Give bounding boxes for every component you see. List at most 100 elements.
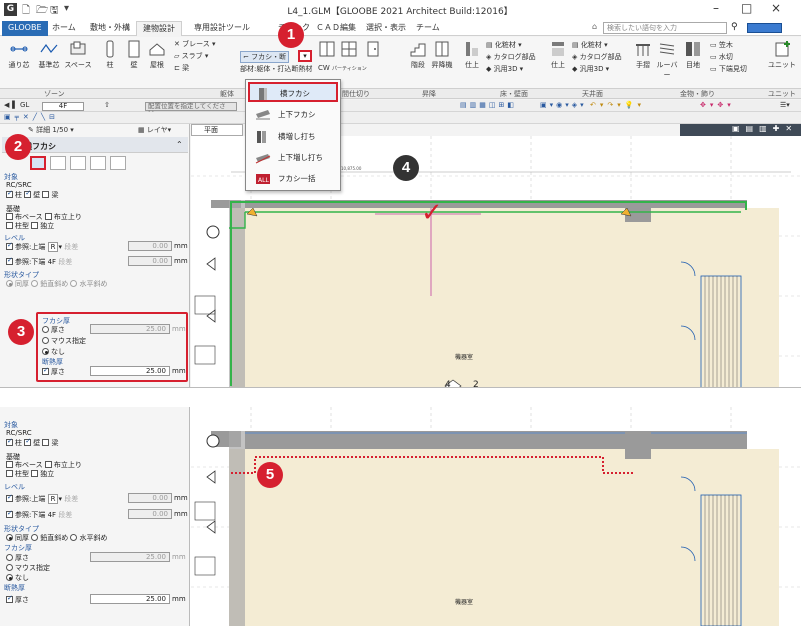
- ref-bottom-value[interactable]: 0.00: [128, 256, 172, 266]
- open-file-icon[interactable]: 🗁: [36, 3, 48, 20]
- gl-label[interactable]: GL: [20, 101, 29, 109]
- close-button[interactable]: ×: [771, 1, 781, 15]
- tab-home[interactable]: ホーム: [46, 21, 82, 36]
- mizukiri-button[interactable]: ▭ 水切: [710, 52, 733, 62]
- radio-none-after[interactable]: [6, 574, 13, 581]
- menu-item-yoko-fukashi[interactable]: 横フカシ: [248, 82, 338, 102]
- tab-building-design[interactable]: 建物設計: [136, 21, 182, 36]
- tab-team[interactable]: チーム: [410, 21, 446, 36]
- tab-plan-view[interactable]: 平面: [191, 124, 243, 136]
- radio-same-after[interactable]: [6, 534, 13, 541]
- curtain-panel-button[interactable]: [318, 40, 335, 60]
- chk-column-type[interactable]: [6, 222, 13, 229]
- unit-button[interactable]: ユニット: [768, 40, 796, 70]
- chk-nuno-base[interactable]: [6, 213, 13, 220]
- mode-pick-button[interactable]: [50, 156, 66, 170]
- search-icon[interactable]: ⚲: [731, 22, 741, 34]
- insulation-value[interactable]: 25.00: [90, 366, 170, 376]
- wall-button[interactable]: 壁: [124, 40, 144, 70]
- joint-button[interactable]: 目地: [682, 40, 704, 70]
- chk-column-type-after[interactable]: [6, 470, 13, 477]
- radio-thickness[interactable]: [42, 326, 49, 333]
- finish-floor-button[interactable]: 仕上: [462, 40, 482, 70]
- render-toggle-icons[interactable]: ▣▾◉▾◈▾: [540, 101, 587, 109]
- undo-redo-icons[interactable]: ↶▾↷▾💡▾: [590, 101, 645, 109]
- roof-button[interactable]: 屋根: [146, 40, 168, 70]
- scale-dropdown[interactable]: ✎ 詳細 1/50 ▾: [28, 125, 74, 135]
- cw-button[interactable]: CW パーティション: [318, 64, 367, 72]
- snap-icons[interactable]: ✥▾✥▾: [700, 101, 735, 109]
- chk-column-after[interactable]: [6, 437, 13, 446]
- chk-wall[interactable]: [24, 189, 32, 198]
- tab-special-tools[interactable]: 専用設計ツール: [188, 21, 256, 36]
- fukashi-button[interactable]: ⌐ フカシ・断: [240, 51, 290, 63]
- edit-tool-icons[interactable]: ▣╤✕╱╲⊟: [4, 113, 59, 121]
- radio-mouse-after[interactable]: [6, 564, 13, 571]
- maximize-button[interactable]: □: [741, 1, 752, 15]
- tab-gloobe[interactable]: GLOOBE: [2, 21, 48, 36]
- radio-thickness-after[interactable]: [6, 554, 13, 561]
- drawing-canvas-after[interactable]: 機器室: [191, 407, 801, 626]
- chk-insulation-after[interactable]: [6, 594, 13, 603]
- menu-item-yoko-mashiuchi[interactable]: 横増し打ち: [248, 127, 338, 147]
- shitamiekiri-button[interactable]: ▭ 下端見切: [710, 64, 747, 74]
- kasagi-button[interactable]: ▭ 笠木: [710, 40, 733, 50]
- kesho-floor-button[interactable]: ▤ 化粧材 ▾: [486, 40, 522, 50]
- beam-button[interactable]: ⊏ 梁: [174, 63, 189, 73]
- radio-same[interactable]: [6, 280, 13, 287]
- display-toggle-icons[interactable]: ▤▥▦◫⊞◧: [460, 101, 517, 109]
- chk-insulation[interactable]: [42, 366, 49, 375]
- minimize-button[interactable]: –: [713, 1, 719, 15]
- radio-horizontal[interactable]: [70, 280, 78, 287]
- chk-column[interactable]: [6, 189, 13, 198]
- door-button[interactable]: [362, 40, 384, 60]
- general3d-ceiling-button[interactable]: ◆ 汎用3D ▾: [572, 64, 609, 74]
- kesho-ceiling-button[interactable]: ▤ 化粧材 ▾: [572, 40, 608, 50]
- mode-area-button[interactable]: [70, 156, 86, 170]
- chk-ref-top[interactable]: [6, 241, 13, 250]
- catalog-floor-button[interactable]: ◈ カタログ部品: [486, 52, 536, 62]
- chk-ref-bottom-after[interactable]: [6, 509, 13, 518]
- grid-line-button[interactable]: 通り芯: [2, 40, 36, 70]
- chk-independent[interactable]: [31, 222, 39, 229]
- handrail-button[interactable]: 手摺: [632, 40, 654, 70]
- slab-button[interactable]: ▱ スラブ ▾: [174, 51, 208, 61]
- mode-line-button[interactable]: [110, 156, 126, 170]
- radio-none[interactable]: [42, 348, 49, 355]
- floor-select[interactable]: 4F: [42, 102, 84, 111]
- help-button[interactable]: [747, 23, 782, 33]
- app-icon[interactable]: G: [4, 3, 17, 16]
- radio-horizontal-after[interactable]: [70, 534, 78, 541]
- collapse-chevron-icon[interactable]: ⌃: [176, 140, 183, 149]
- thickness-value-after[interactable]: 25.00: [90, 552, 170, 562]
- catalog-ceiling-button[interactable]: ◈ カタログ部品: [572, 52, 622, 62]
- tab-select-view[interactable]: 選択・表示: [360, 21, 412, 36]
- menu-item-fukashi-ikkatsu[interactable]: ALL フカシ一括: [248, 169, 338, 189]
- ref-top-value[interactable]: 0.00: [128, 241, 172, 251]
- thickness-value[interactable]: 25.00: [90, 324, 170, 334]
- radio-vertical[interactable]: [31, 280, 39, 287]
- tab-site[interactable]: 敷地・外構: [84, 21, 136, 36]
- space-button[interactable]: スペース: [62, 40, 94, 70]
- menu-item-joge-mashiuchi[interactable]: 上下増し打ち: [248, 148, 338, 168]
- reference-line-button[interactable]: 基準芯: [34, 40, 64, 70]
- elevator-button[interactable]: 昇降機: [430, 40, 454, 70]
- ref-bottom-value-after[interactable]: 0.00: [128, 509, 172, 519]
- louver-button[interactable]: ルーバー: [654, 40, 680, 80]
- chk-nuno-tachi-after[interactable]: [44, 461, 52, 468]
- stairs-button[interactable]: 階段: [406, 40, 430, 70]
- column-button[interactable]: 柱: [100, 40, 120, 70]
- insulation-value-after[interactable]: 25.00: [90, 594, 170, 604]
- layer-dropdown[interactable]: ▦ レイヤ▾: [138, 125, 171, 135]
- menu-item-joge-fukashi[interactable]: 上下フカシ: [248, 105, 338, 125]
- ref-top-select-after[interactable]: R: [47, 494, 59, 504]
- general3d-floor-button[interactable]: ◆ 汎用3D ▾: [486, 64, 523, 74]
- chk-ref-bottom[interactable]: [6, 256, 13, 265]
- fukashi-dropdown-button[interactable]: ▾: [298, 50, 312, 62]
- tab-cad-edit[interactable]: ＣＡＤ編集: [310, 21, 362, 36]
- chk-nuno-tachi[interactable]: [44, 213, 52, 220]
- chk-beam[interactable]: [42, 191, 50, 198]
- quick-access-dropdown-icon[interactable]: ▾: [64, 3, 69, 14]
- chk-wall-after[interactable]: [24, 437, 32, 446]
- radio-vertical-after[interactable]: [31, 534, 39, 541]
